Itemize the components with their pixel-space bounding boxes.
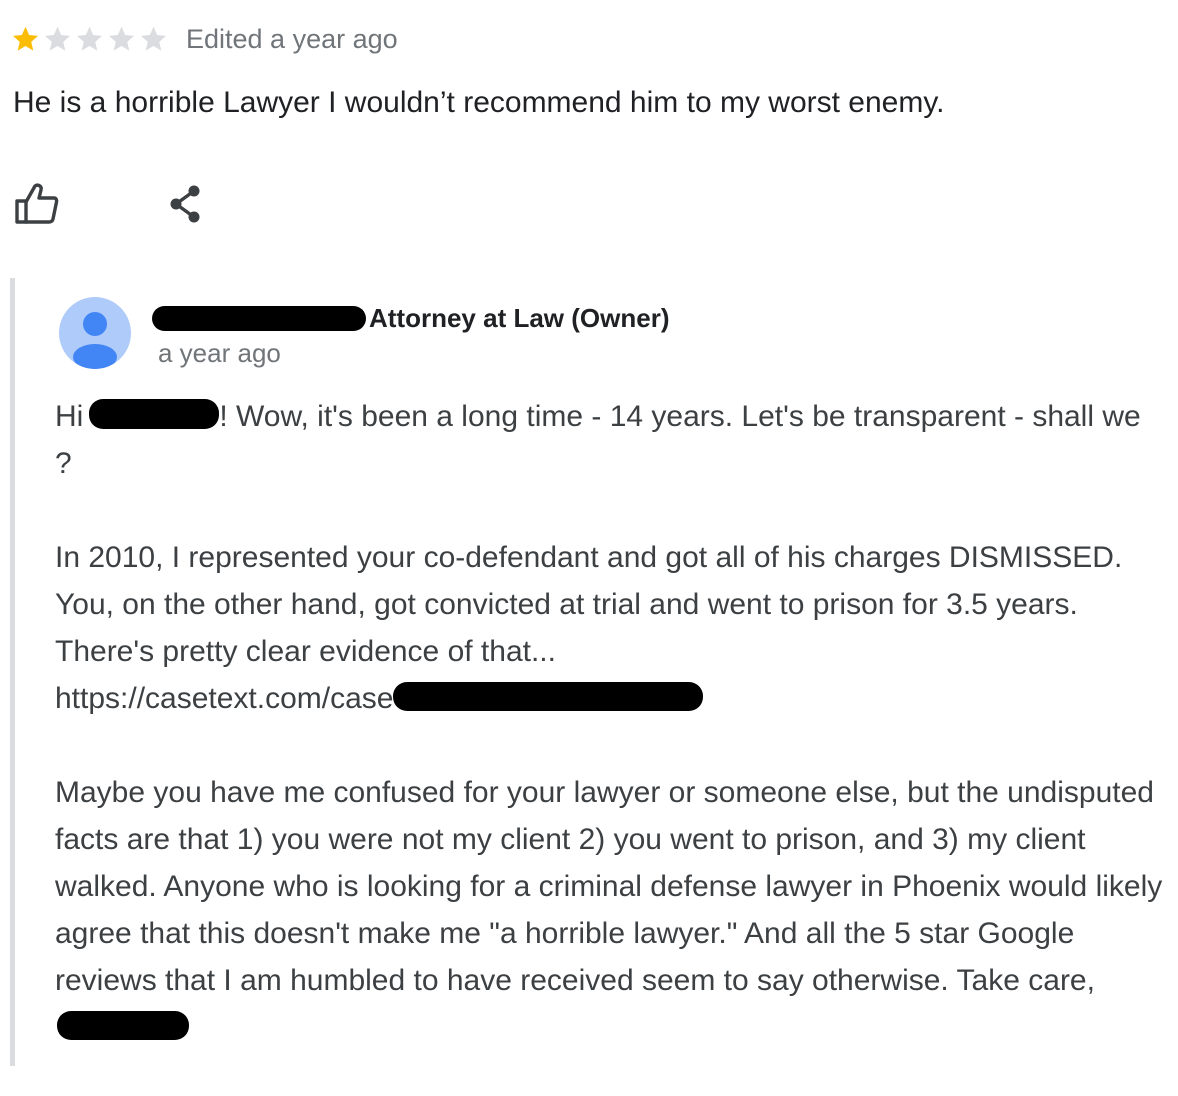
redacted-reviewer-name — [57, 1010, 189, 1040]
paragraph-text: In 2010, I represented your co-defendant… — [55, 541, 1123, 668]
star-empty-icon — [109, 26, 134, 51]
rating-row: Edited a year ago — [10, 22, 398, 56]
star-filled-icon — [13, 26, 38, 51]
reply-paragraph: In 2010, I represented your co-defendant… — [55, 534, 1165, 722]
owner-response: Attorney at Law (Owner) a year ago Hi! W… — [10, 278, 1165, 1066]
redacted-case-link — [393, 681, 704, 711]
redacted-owner-name — [152, 305, 366, 331]
share-icon — [170, 185, 200, 223]
review-text: He is a horrible Lawyer I wouldn’t recom… — [13, 86, 945, 119]
reply-paragraph: Maybe you have me confused for your lawy… — [55, 769, 1165, 1051]
owner-header: Attorney at Law (Owner) — [152, 300, 669, 336]
greeting: Hi — [55, 400, 84, 433]
share-button[interactable] — [160, 180, 210, 228]
reply-paragraph: Hi! Wow, it's been a long time - 14 year… — [55, 393, 1165, 487]
star-empty-icon — [77, 26, 102, 51]
thumbs-up-icon — [15, 183, 59, 224]
person-icon — [73, 312, 117, 369]
like-button[interactable] — [10, 177, 62, 229]
star-empty-icon — [141, 26, 166, 51]
case-link[interactable]: https://casetext.com/case — [55, 682, 393, 715]
reply-body: Hi! Wow, it's been a long time - 14 year… — [55, 393, 1165, 1051]
reply-timestamp: a year ago — [158, 338, 281, 368]
edited-timestamp: Edited a year ago — [186, 23, 398, 54]
paragraph-text: Maybe you have me confused for your lawy… — [55, 776, 1163, 997]
redacted-reviewer-name — [89, 399, 220, 430]
star-rating — [10, 24, 169, 54]
avatar — [59, 297, 131, 369]
owner-title: Attorney at Law (Owner) — [369, 302, 670, 333]
star-empty-icon — [45, 26, 70, 51]
